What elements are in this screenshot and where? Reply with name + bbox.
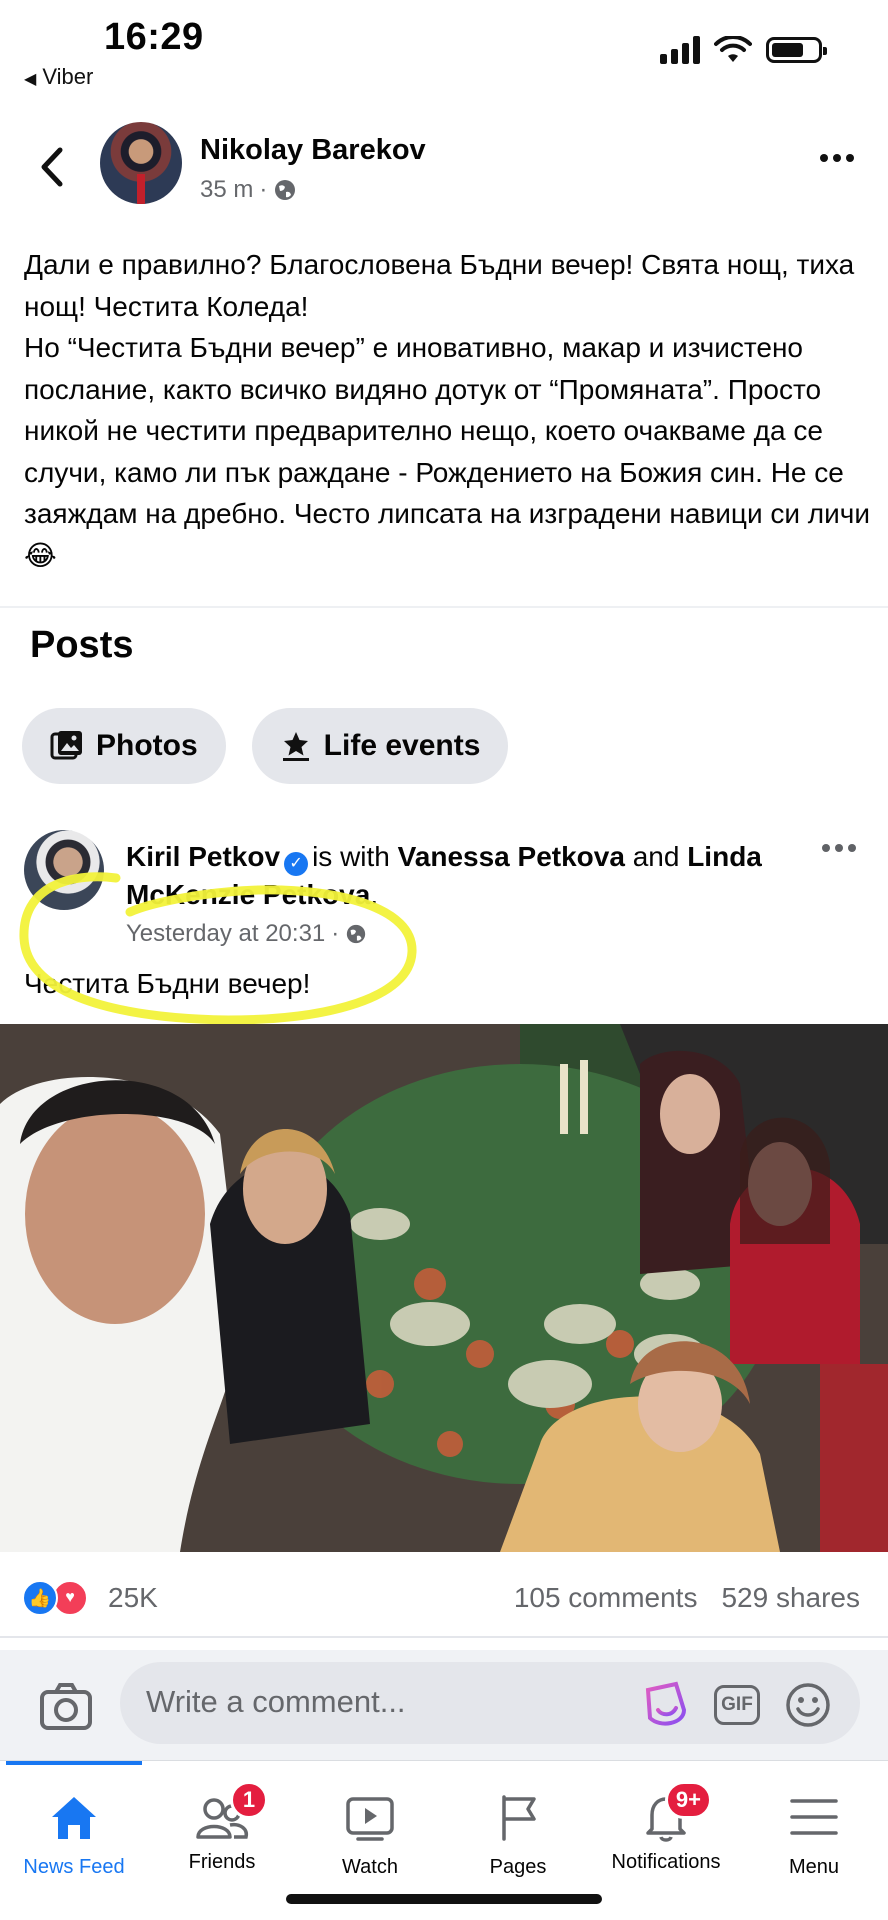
back-to-app-link[interactable]: ◀ Viber xyxy=(24,64,93,90)
gif-icon[interactable]: GIF xyxy=(714,1685,760,1725)
cellular-signal-icon xyxy=(660,36,700,64)
flag-icon xyxy=(502,1795,536,1841)
tab-label: Watch xyxy=(342,1856,398,1878)
post-body-text: Дали е правилно? Благословена Бъдни вече… xyxy=(24,249,870,571)
meta-dot: · xyxy=(259,176,268,203)
post-time: 35 m xyxy=(200,176,254,203)
active-tab-indicator xyxy=(6,1761,142,1765)
photos-icon xyxy=(50,731,82,760)
posts-section-title: Posts xyxy=(30,624,134,666)
photos-chip-label: Photos xyxy=(96,729,198,762)
wifi-icon xyxy=(714,36,752,62)
tab-label: Menu xyxy=(788,1856,840,1878)
tab-friends[interactable]: 1 Friends xyxy=(148,1781,296,1891)
highlight-scribble xyxy=(19,872,417,1025)
post-author-name[interactable]: Nikolay Barekov xyxy=(200,134,426,167)
back-chevron-icon[interactable] xyxy=(32,142,72,192)
globe-icon xyxy=(275,180,296,200)
notifications-badge: 9+ xyxy=(664,1781,712,1819)
life-events-chip[interactable]: Life events xyxy=(251,708,509,784)
life-events-chip-label: Life events xyxy=(323,729,481,762)
comment-bar: Write a comment... GIF xyxy=(0,1650,888,1760)
comment-placeholder: Write a comment... xyxy=(146,1684,406,1719)
home-indicator[interactable] xyxy=(286,1894,602,1904)
home-icon xyxy=(52,1797,96,1839)
friends-badge: 1 xyxy=(230,1781,268,1819)
watch-icon xyxy=(346,1797,394,1841)
avatar-sticker-icon[interactable] xyxy=(640,1680,690,1730)
status-icons xyxy=(660,36,827,64)
post-options-icon[interactable] xyxy=(820,154,854,162)
friends-icon: 1 xyxy=(194,1781,268,1845)
tab-menu[interactable]: Menu xyxy=(740,1781,888,1891)
comment-input-icons: GIF xyxy=(640,1680,832,1730)
gif-label: GIF xyxy=(721,1694,753,1715)
clock: 16:29 xyxy=(104,16,204,58)
reactions-bar: ♥ 👍 25K 105 comments 529 shares xyxy=(0,1560,888,1632)
back-app-label: Viber xyxy=(42,64,94,89)
tab-news-feed[interactable]: News Feed xyxy=(0,1781,148,1891)
reaction-icons[interactable]: ♥ 👍 xyxy=(22,1580,92,1616)
posts-filter-chips: Photos Life events xyxy=(22,708,509,784)
tab-label: Friends xyxy=(188,1851,256,1873)
comments-count[interactable]: 105 comments xyxy=(514,1582,698,1614)
battery-icon xyxy=(766,37,827,63)
tab-label: Notifications xyxy=(611,1851,721,1873)
post-header: Nikolay Barekov 35 m · xyxy=(0,118,888,218)
divider xyxy=(0,606,888,608)
comment-input[interactable]: Write a comment... GIF xyxy=(120,1662,860,1744)
tab-watch[interactable]: Watch xyxy=(296,1781,444,1891)
camera-icon[interactable] xyxy=(38,1678,94,1734)
emoji-icon[interactable] xyxy=(784,1681,832,1729)
tab-notifications[interactable]: 9+ Notifications xyxy=(592,1781,740,1891)
star-flag-icon xyxy=(282,732,309,761)
photos-chip[interactable]: Photos xyxy=(22,708,226,784)
post-meta: 35 m · xyxy=(200,176,297,204)
shares-count[interactable]: 529 shares xyxy=(721,1582,860,1614)
author-avatar[interactable] xyxy=(100,122,182,204)
tagged-person-1[interactable]: Vanessa Petkova xyxy=(398,841,625,872)
tab-label: News Feed xyxy=(23,1856,125,1878)
like-reaction-icon: 👍 xyxy=(22,1580,58,1616)
tab-pages[interactable]: Pages xyxy=(444,1781,592,1891)
reaction-count[interactable]: 25K xyxy=(108,1582,158,1614)
and-text: and xyxy=(632,841,680,872)
status-bar: 16:29 ◀ Viber xyxy=(0,0,888,100)
bell-icon: 9+ xyxy=(638,1781,712,1845)
back-triangle-icon: ◀ xyxy=(24,71,37,88)
family-dinner-photo xyxy=(0,1024,888,1552)
engagement-counts: 105 comments 529 shares xyxy=(514,1582,860,1614)
shared-post-options-icon[interactable] xyxy=(822,844,856,852)
tab-label: Pages xyxy=(489,1856,547,1878)
menu-icon xyxy=(790,1799,838,1835)
divider xyxy=(0,1636,888,1638)
shared-post-photo[interactable] xyxy=(0,1024,888,1552)
